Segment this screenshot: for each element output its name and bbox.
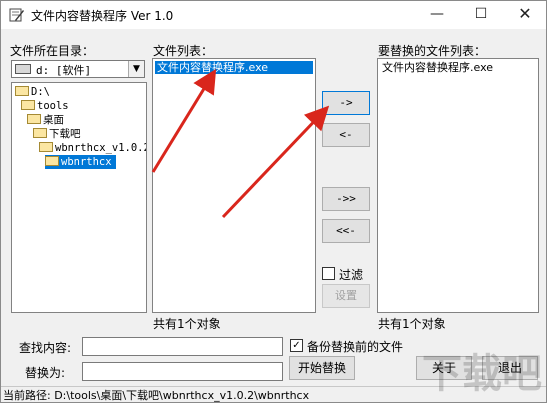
file-count: 共有1个对象 xyxy=(153,317,221,331)
add-file-button[interactable]: -> xyxy=(322,91,370,115)
tree-item-root[interactable]: D:\ xyxy=(15,85,50,99)
maximize-button[interactable]: ☐ xyxy=(459,1,503,29)
remove-file-button[interactable]: <- xyxy=(322,123,370,147)
start-replace-button[interactable]: 开始替换 xyxy=(289,356,355,380)
app-window: 文件内容替换程序 Ver 1.0 — ☐ ✕ 文件所在目录： d: [软件] ▼… xyxy=(0,0,547,403)
folder-open-icon xyxy=(45,156,59,166)
chevron-down-icon[interactable]: ▼ xyxy=(128,61,144,77)
close-button[interactable]: ✕ xyxy=(503,1,547,29)
target-file-list[interactable]: 文件内容替换程序.exe xyxy=(377,58,539,313)
tree-item-version-folder[interactable]: wbnrthcx_v1.0.2 xyxy=(39,141,146,155)
folder-open-icon xyxy=(39,142,53,152)
remove-all-button[interactable]: <<- xyxy=(322,219,370,243)
file-list-label: 文件列表： xyxy=(153,44,214,58)
about-button[interactable]: 关于 xyxy=(416,356,472,380)
drive-icon xyxy=(15,64,31,74)
status-bar: 当前路径: D:\tools\桌面\下载吧\wbnrthcx_v1.0.2\wb… xyxy=(1,386,546,403)
tree-item-tools[interactable]: tools xyxy=(21,99,69,113)
backup-checkbox[interactable]: ✓ xyxy=(290,339,303,352)
backup-label: 备份替换前的文件 xyxy=(307,340,404,354)
target-list-label: 要替换的文件列表： xyxy=(378,44,487,58)
folder-open-icon xyxy=(15,86,29,96)
find-label: 查找内容: xyxy=(19,341,72,355)
app-logo-icon xyxy=(9,8,24,22)
find-input[interactable] xyxy=(82,337,283,356)
tree-item-desktop[interactable]: 桌面 xyxy=(27,113,64,127)
filter-label: 过滤 xyxy=(339,268,364,282)
current-path: 当前路径: D:\tools\桌面\下载吧\wbnrthcx_v1.0.2\wb… xyxy=(3,389,310,402)
replace-label: 替换为: xyxy=(25,366,66,380)
folder-open-icon xyxy=(33,128,47,138)
file-list[interactable]: 文件内容替换程序.exe xyxy=(152,58,316,313)
exit-button[interactable]: 退出 xyxy=(482,356,538,380)
tree-item-downloads[interactable]: 下载吧 xyxy=(33,127,81,141)
target-list-item[interactable]: 文件内容替换程序.exe xyxy=(380,61,495,74)
title-bar[interactable]: 文件内容替换程序 Ver 1.0 — ☐ ✕ xyxy=(1,1,546,29)
minimize-button[interactable]: — xyxy=(415,1,459,29)
replace-input[interactable] xyxy=(82,362,283,381)
drive-value: d: [软件] xyxy=(36,64,92,77)
file-list-item[interactable]: 文件内容替换程序.exe xyxy=(155,61,313,74)
dir-label: 文件所在目录： xyxy=(10,44,95,58)
folder-open-icon xyxy=(27,114,41,124)
directory-tree[interactable]: D:\ tools 桌面 下载吧 wbnrthcx_v1.0.2 wbnrthc… xyxy=(11,82,147,313)
add-all-button[interactable]: ->> xyxy=(322,187,370,211)
target-count: 共有1个对象 xyxy=(378,317,446,331)
filter-checkbox[interactable] xyxy=(322,267,335,280)
filter-settings-button[interactable]: 设置 xyxy=(322,284,370,308)
drive-select[interactable]: d: [软件] ▼ xyxy=(11,60,145,78)
window-title: 文件内容替换程序 Ver 1.0 xyxy=(31,9,174,23)
tree-item-selected[interactable]: wbnrthcx xyxy=(45,155,116,169)
folder-open-icon xyxy=(21,100,35,110)
